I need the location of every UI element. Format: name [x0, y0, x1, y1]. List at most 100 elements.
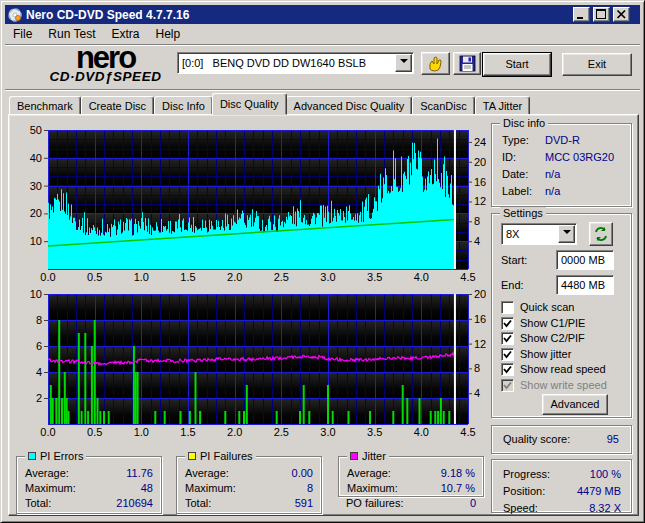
- checkbox-label: Show C1/PIE: [520, 317, 585, 330]
- disc-info-label: ID:: [502, 150, 516, 165]
- end-position-label: End:: [501, 279, 524, 291]
- exit-button[interactable]: Exit: [562, 53, 632, 76]
- checkbox-show-c1-pie[interactable]: Show C1/PIE: [501, 317, 626, 331]
- menu-item-help[interactable]: Help: [148, 25, 189, 43]
- progress-panel: Progress:100 %Position:4479 MBSpeed:8.32…: [491, 459, 632, 513]
- disc-info-value: n/a: [545, 167, 560, 182]
- svg-text:16: 16: [474, 313, 486, 325]
- stats-group-jitter: JitterAverage:9.18 %Maximum:10.7 %: [338, 456, 484, 497]
- title-bar[interactable]: Nero CD-DVD Speed 4.7.7.16: [5, 5, 640, 24]
- speed-select-value: 8X: [502, 228, 557, 240]
- app-window: Nero CD-DVD Speed 4.7.7.16 FileRun TestE…: [0, 0, 645, 523]
- save-button[interactable]: [453, 52, 481, 75]
- disc-info-row: Type:DVD-R: [492, 133, 631, 148]
- drive-select[interactable]: [0:0] BENQ DVD DD DW1640 BSLB: [177, 52, 414, 74]
- checkbox-box[interactable]: [501, 379, 514, 392]
- svg-text:1.0: 1.0: [134, 426, 149, 438]
- svg-text:16: 16: [474, 176, 486, 188]
- checkbox-label: Show C2/PIF: [520, 332, 585, 345]
- svg-text:2.0: 2.0: [227, 426, 242, 438]
- drive-select-value: [0:0] BENQ DVD DD DW1640 BSLB: [178, 57, 394, 69]
- stats-value: 11.76: [126, 466, 153, 481]
- stats-value: 9.18 %: [441, 466, 475, 481]
- tab-ta-jitter[interactable]: TA Jitter: [475, 96, 531, 115]
- svg-text:3.5: 3.5: [367, 271, 382, 283]
- svg-text:10: 10: [30, 235, 42, 247]
- checkbox-box[interactable]: [501, 363, 514, 376]
- svg-text:8: 8: [36, 314, 42, 326]
- checkbox-show-c2-pif[interactable]: Show C2/PIF: [501, 332, 626, 346]
- legend-color-icon: [188, 452, 196, 460]
- tab-benchmark[interactable]: Benchmark: [9, 96, 81, 115]
- stats-label: Maximum:: [185, 481, 236, 496]
- checkbox-box[interactable]: [501, 348, 514, 361]
- svg-text:4.5: 4.5: [460, 426, 475, 438]
- stats-group-pi-failures: PI FailuresAverage:0.00Maximum:8Total:59…: [176, 456, 322, 514]
- start-button[interactable]: Start: [483, 53, 551, 76]
- stats-label: Total:: [25, 496, 51, 511]
- menu-item-file[interactable]: File: [5, 25, 40, 43]
- progress-value: 100 %: [590, 467, 621, 482]
- speed-select-arrow[interactable]: [558, 225, 575, 243]
- svg-text:0.5: 0.5: [87, 271, 102, 283]
- end-position-field[interactable]: 4480 MB: [556, 275, 614, 295]
- stats-row: Total:210694: [17, 496, 161, 511]
- tab-advanced-disc-quality[interactable]: Advanced Disc Quality: [286, 96, 413, 115]
- tab-scandisc[interactable]: ScanDisc: [412, 96, 474, 115]
- start-position-field[interactable]: 0000 MB: [556, 250, 614, 270]
- svg-text:20: 20: [30, 207, 42, 219]
- checkbox-box[interactable]: [501, 332, 514, 345]
- tab-create-disc[interactable]: Create Disc: [81, 96, 154, 115]
- stats-label: Average:: [185, 466, 229, 481]
- quality-score-panel: Quality score: 95: [491, 425, 632, 454]
- svg-text:12: 12: [474, 195, 486, 207]
- settings-title: Settings: [500, 207, 546, 219]
- stats-title-text: PI Failures: [200, 450, 253, 462]
- eject-button[interactable]: [421, 52, 450, 75]
- po-failures-value: 0: [401, 497, 476, 509]
- svg-text:3.0: 3.0: [320, 426, 335, 438]
- progress-row: Speed:8.32 X: [492, 501, 631, 516]
- tab-disc-info[interactable]: Disc Info: [154, 96, 213, 115]
- svg-text:1.5: 1.5: [180, 271, 195, 283]
- advanced-button[interactable]: Advanced: [542, 394, 608, 415]
- checkbox-show-write-speed[interactable]: Show write speed: [501, 379, 626, 393]
- stats-row: Average:9.18 %: [339, 466, 483, 481]
- progress-label: Position:: [503, 484, 545, 499]
- hand-icon: [426, 55, 446, 73]
- svg-text:3.5: 3.5: [367, 426, 382, 438]
- separator: [5, 89, 640, 91]
- tab-disc-quality[interactable]: Disc Quality: [212, 93, 287, 115]
- checkbox-label: Show write speed: [520, 379, 607, 392]
- nero-logo-subtext: CD·DVDƒSPEED: [23, 70, 188, 84]
- refresh-button[interactable]: [589, 222, 613, 246]
- stats-value: 8: [307, 481, 313, 496]
- svg-text:24: 24: [474, 136, 486, 148]
- checkbox-box[interactable]: [501, 317, 514, 330]
- svg-text:12: 12: [474, 338, 486, 350]
- window-title: Nero CD-DVD Speed 4.7.7.16: [26, 8, 570, 22]
- checkbox-show-read-speed[interactable]: Show read speed: [501, 363, 626, 377]
- svg-text:1.0: 1.0: [134, 271, 149, 283]
- checkbox-box[interactable]: [501, 301, 514, 314]
- progress-value: 4479 MB: [577, 484, 621, 499]
- stats-label: Average:: [25, 466, 69, 481]
- chevron-down-icon: [400, 59, 408, 67]
- speed-select[interactable]: 8X: [501, 223, 577, 245]
- stats-value: 48: [141, 481, 153, 496]
- stats-group-pi-errors: PI ErrorsAverage:11.76Maximum:48Total:21…: [16, 456, 162, 514]
- maximize-button[interactable]: [593, 7, 610, 22]
- checkbox-show-jitter[interactable]: Show jitter: [501, 348, 626, 362]
- svg-text:2.5: 2.5: [274, 426, 289, 438]
- minimize-button[interactable]: [573, 7, 590, 22]
- checkbox-quick-scan[interactable]: Quick scan: [501, 301, 626, 315]
- stats-value: 10.7 %: [441, 481, 475, 496]
- stats-row: Total:591: [177, 496, 321, 511]
- quality-score-value: 95: [607, 433, 619, 445]
- disc-info-row: Label:n/a: [492, 184, 631, 199]
- checkbox-label: Show jitter: [520, 348, 571, 361]
- svg-text:50: 50: [30, 124, 42, 136]
- drive-select-arrow[interactable]: [395, 54, 412, 72]
- svg-text:0.0: 0.0: [40, 271, 55, 283]
- close-button[interactable]: [613, 7, 630, 22]
